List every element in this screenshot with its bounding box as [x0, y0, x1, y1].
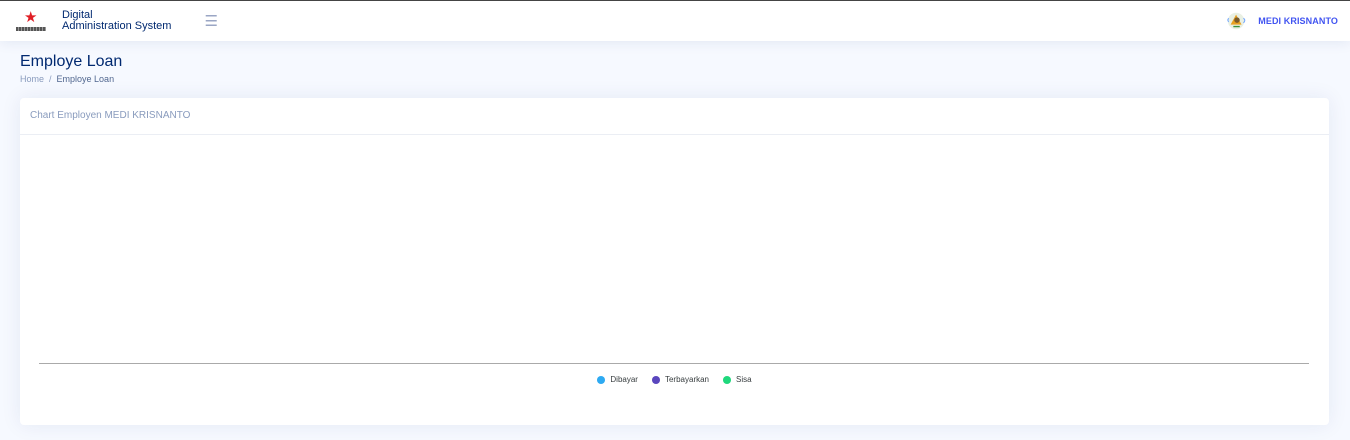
legend-marker [723, 375, 732, 384]
brand-text: Digital Administration System [62, 10, 171, 32]
star-icon: ★ [24, 9, 38, 26]
legend-item-sisa[interactable]: Sisa [723, 375, 752, 384]
avatar [1227, 12, 1246, 30]
hamburger-icon[interactable]: ☰ [204, 14, 217, 29]
breadcrumb: Home / Employe Loan [20, 74, 114, 84]
x-axis-line [39, 363, 1309, 364]
legend-label: Dibayar [610, 375, 638, 384]
top-navbar: ★ Digital Administration System ☰ MEDI K… [0, 0, 1350, 41]
legend-item-dibayar[interactable]: Dibayar [597, 375, 638, 384]
legend-marker [651, 375, 660, 384]
card-title: Chart Employen MEDI KRISNANTO [20, 98, 1329, 135]
loan-chart: Dibayar Terbayarkan Sisa [20, 135, 1329, 425]
breadcrumb-current: Employe Loan [56, 74, 115, 84]
logo-link[interactable]: ★ Digital Administration System [15, 10, 171, 32]
legend-label: Terbayarkan [664, 375, 710, 384]
chart-card: Chart Employen MEDI KRISNANTO Dibayar Ter… [20, 98, 1329, 425]
legend-item-terbayarkan[interactable]: Terbayarkan [651, 375, 710, 384]
breadcrumb-separator: / [49, 74, 52, 84]
user-name: MEDI KRISNANTO [1258, 16, 1338, 26]
breadcrumb-home-link[interactable]: Home [20, 74, 44, 84]
user-profile-dropdown[interactable]: MEDI KRISNANTO [1226, 10, 1338, 32]
chart-legend: Dibayar Terbayarkan Sisa [20, 375, 1329, 384]
company-logo: ★ [15, 10, 47, 32]
legend-label: Sisa [736, 375, 752, 384]
legend-marker [597, 375, 606, 384]
page-title: Employe Loan [20, 53, 123, 70]
brand-line-2: Administration System [62, 20, 172, 32]
